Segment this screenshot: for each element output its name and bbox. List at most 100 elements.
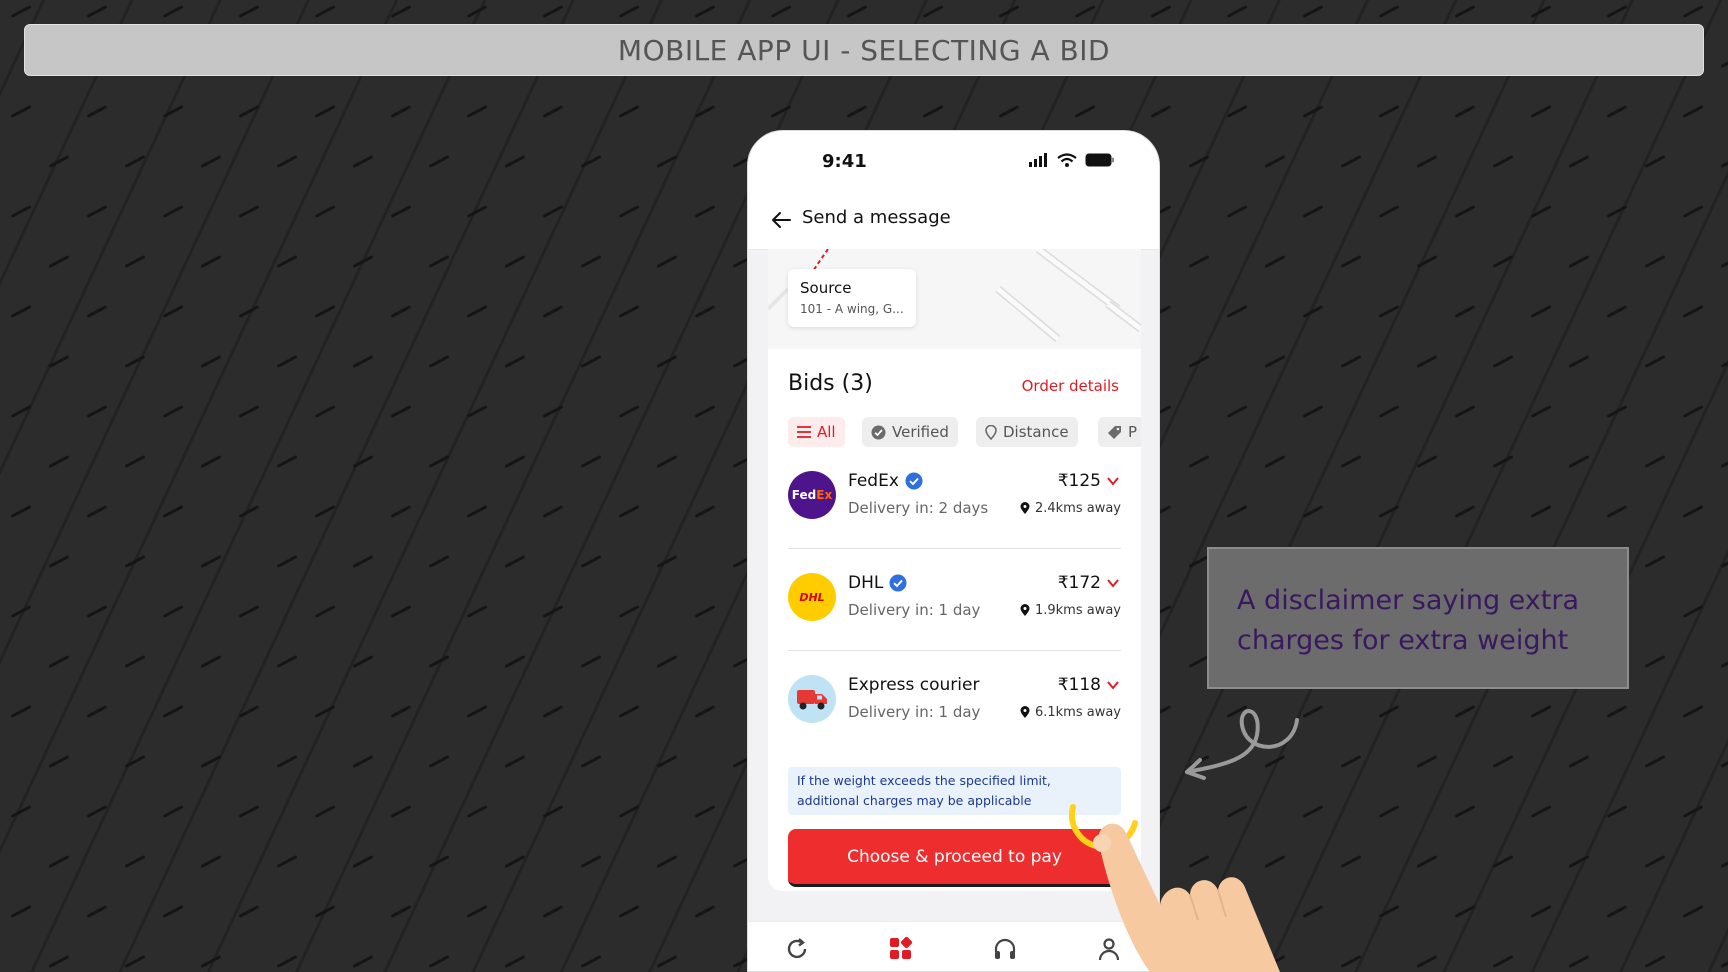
filter-chip-verified[interactable]: Verified bbox=[862, 417, 958, 447]
background-dash bbox=[1720, 355, 1728, 368]
bid-price: ₹125 bbox=[1057, 471, 1101, 491]
bid-row-dhl[interactable]: DHL DHL Delivery in: 1 day ₹172 1.9kms a… bbox=[788, 559, 1121, 651]
background-dash bbox=[656, 955, 678, 968]
background-dash bbox=[580, 655, 602, 668]
background-dash bbox=[1264, 355, 1286, 368]
background-dash bbox=[542, 805, 564, 818]
background-dash bbox=[694, 405, 716, 418]
bid-distance-text: 2.4kms away bbox=[1034, 501, 1121, 516]
background-dash bbox=[314, 705, 336, 718]
background-dash bbox=[580, 255, 602, 268]
background-dash bbox=[542, 105, 564, 118]
background-dash bbox=[390, 105, 412, 118]
background-dash bbox=[238, 505, 260, 518]
fedex-logo-ex: Ex bbox=[816, 488, 833, 502]
background-dash bbox=[238, 905, 260, 918]
bid-distance: 2.4kms away bbox=[1020, 501, 1121, 516]
background-dash bbox=[10, 205, 32, 218]
background-dash bbox=[1302, 205, 1324, 218]
filter-chip-price[interactable]: P bbox=[1098, 417, 1141, 447]
background-dash bbox=[48, 955, 70, 968]
background-dash bbox=[1454, 805, 1476, 818]
background-dash bbox=[466, 5, 488, 18]
background-dash bbox=[314, 405, 336, 418]
grid-icon[interactable] bbox=[888, 936, 914, 962]
background-dash bbox=[542, 705, 564, 718]
chevron-down-icon[interactable] bbox=[1105, 677, 1121, 693]
background-dash bbox=[200, 755, 222, 768]
background-dash bbox=[542, 305, 564, 318]
bid-delivery: Delivery in: 1 day bbox=[848, 601, 981, 619]
background-dash bbox=[200, 355, 222, 368]
background-dash bbox=[428, 255, 450, 268]
background-dash bbox=[162, 205, 184, 218]
dhl-logo-text: DHL bbox=[799, 590, 825, 604]
background-dash bbox=[1492, 355, 1514, 368]
background-dash bbox=[1226, 105, 1248, 118]
verified-badge-icon bbox=[871, 425, 886, 439]
filter-chip-all[interactable]: All bbox=[788, 417, 845, 447]
chevron-down-icon[interactable] bbox=[1105, 473, 1121, 489]
chevron-down-icon[interactable] bbox=[1105, 575, 1121, 591]
background-dash bbox=[1606, 805, 1628, 818]
headphones-icon[interactable] bbox=[992, 936, 1018, 962]
background-dash bbox=[504, 355, 526, 368]
background-dash bbox=[1492, 455, 1514, 468]
background-dash bbox=[276, 955, 298, 968]
bid-distance: 1.9kms away bbox=[1020, 603, 1121, 618]
background-dash bbox=[1264, 255, 1286, 268]
background-dash bbox=[124, 755, 146, 768]
background-dash bbox=[1074, 105, 1096, 118]
background-dash bbox=[580, 555, 602, 568]
background-dash bbox=[1720, 955, 1728, 968]
background-dash bbox=[618, 205, 640, 218]
background-dash bbox=[1606, 705, 1628, 718]
background-dash bbox=[1378, 405, 1400, 418]
bid-delivery: Delivery in: 1 day bbox=[848, 703, 981, 721]
background-dash bbox=[238, 305, 260, 318]
background-dash bbox=[276, 755, 298, 768]
background-dash bbox=[1302, 305, 1324, 318]
background-dash bbox=[200, 555, 222, 568]
source-title: Source bbox=[800, 279, 852, 297]
background-dash bbox=[1378, 805, 1400, 818]
background-dash bbox=[466, 605, 488, 618]
background-dash bbox=[504, 855, 526, 868]
background-dash bbox=[694, 505, 716, 518]
background-dash bbox=[1454, 305, 1476, 318]
background-dash bbox=[276, 655, 298, 668]
background-dash bbox=[694, 305, 716, 318]
background-dash bbox=[618, 305, 640, 318]
background-dash bbox=[542, 505, 564, 518]
refresh-icon[interactable] bbox=[784, 936, 810, 962]
background-dash bbox=[1530, 405, 1552, 418]
order-details-link[interactable]: Order details bbox=[1022, 377, 1119, 395]
back-arrow-icon[interactable] bbox=[770, 209, 792, 231]
background-dash bbox=[1302, 405, 1324, 418]
background-dash bbox=[770, 5, 792, 18]
filter-chip-distance[interactable]: Distance bbox=[976, 417, 1078, 447]
bid-row-express-courier[interactable]: Express courier Delivery in: 1 day ₹118 … bbox=[788, 661, 1121, 753]
background-dash bbox=[1416, 455, 1438, 468]
bid-row-fedex[interactable]: Fed Ex FedEx Delivery in: 2 days ₹125 2.4… bbox=[788, 457, 1121, 549]
background-dash bbox=[656, 155, 678, 168]
background-dash bbox=[1492, 955, 1514, 968]
route-map[interactable]: Source 101 - A wing, G... bbox=[768, 249, 1141, 354]
background-dash bbox=[200, 455, 222, 468]
background-dash bbox=[1302, 5, 1324, 18]
background-dash bbox=[1606, 105, 1628, 118]
background-dash bbox=[1454, 205, 1476, 218]
background-dash bbox=[238, 805, 260, 818]
background-dash bbox=[200, 155, 222, 168]
background-dash bbox=[542, 205, 564, 218]
background-dash bbox=[1454, 905, 1476, 918]
background-dash bbox=[124, 655, 146, 668]
background-dash bbox=[580, 855, 602, 868]
truck-logo bbox=[788, 675, 836, 723]
background-dash bbox=[276, 355, 298, 368]
source-card[interactable]: Source 101 - A wing, G... bbox=[788, 269, 916, 327]
background-dash bbox=[86, 105, 108, 118]
bid-name-row: DHL bbox=[848, 573, 907, 593]
background-dash bbox=[1682, 5, 1704, 18]
background-dash bbox=[1150, 105, 1172, 118]
